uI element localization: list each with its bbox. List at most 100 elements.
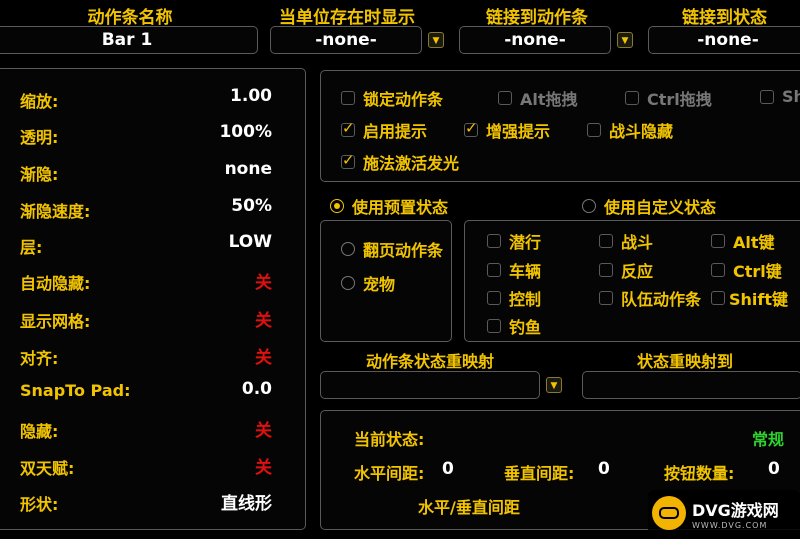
setting-label: 形状: bbox=[20, 495, 59, 514]
setting-value[interactable]: 0.0 bbox=[182, 379, 272, 399]
setting-value[interactable]: 50% bbox=[182, 196, 272, 216]
vehicle-checkbox[interactable] bbox=[487, 263, 501, 277]
setting-label: 对齐: bbox=[20, 349, 59, 368]
group-checkbox[interactable] bbox=[599, 291, 613, 305]
setting-value[interactable]: 1.00 bbox=[182, 86, 272, 106]
chevron-down-icon: ▼ bbox=[432, 36, 440, 46]
fishing-option[interactable]: 钓鱼 bbox=[487, 314, 541, 338]
ctrl-key-option[interactable]: Ctrl键 bbox=[711, 258, 782, 282]
setting-label: 渐隐: bbox=[20, 165, 59, 184]
shift-key-option[interactable]: Shift键 bbox=[711, 286, 788, 310]
alt-key-checkbox[interactable] bbox=[711, 234, 725, 248]
setting-value[interactable]: 关 bbox=[182, 343, 272, 368]
link-to-bar-dropdown-button[interactable]: ▼ bbox=[617, 32, 633, 48]
enable-tooltips-checkbox[interactable] bbox=[341, 119, 355, 137]
ctrl-key-checkbox[interactable] bbox=[711, 263, 725, 277]
enhanced-tooltips-checkbox[interactable] bbox=[464, 119, 478, 137]
possess-option[interactable]: 控制 bbox=[487, 286, 541, 310]
show-when-unit-value: -none- bbox=[315, 30, 377, 50]
setting-value[interactable]: 关 bbox=[182, 268, 272, 293]
vehicle-option[interactable]: 车辆 bbox=[487, 258, 541, 282]
custom-state-option[interactable]: 使用自定义状态 bbox=[582, 194, 716, 218]
hpad-value[interactable]: 0 bbox=[442, 459, 454, 479]
link-to-bar-value: -none- bbox=[504, 30, 566, 50]
lock-bar-option[interactable]: 锁定动作条 bbox=[341, 86, 443, 110]
page-bar-radio[interactable] bbox=[341, 242, 355, 256]
stealth-checkbox[interactable] bbox=[487, 234, 501, 248]
custom-state-radio[interactable] bbox=[582, 199, 596, 213]
fishing-label: 钓鱼 bbox=[509, 318, 542, 337]
vpad-value[interactable]: 0 bbox=[598, 459, 610, 479]
pet-label: 宠物 bbox=[363, 275, 396, 294]
alt-drag-option[interactable]: Alt拖拽 bbox=[498, 86, 578, 110]
spell-glow-label: 施法激活发光 bbox=[363, 154, 460, 173]
combat-hide-label: 战斗隐藏 bbox=[609, 122, 674, 141]
custom-state-label: 使用自定义状态 bbox=[604, 198, 717, 217]
shift-key-checkbox[interactable] bbox=[711, 291, 725, 305]
enable-tooltips-option[interactable]: 启用提示 bbox=[341, 118, 427, 142]
combat-checkbox[interactable] bbox=[599, 234, 613, 248]
setting-value[interactable]: LOW bbox=[182, 232, 272, 252]
group-option[interactable]: 队伍动作条 bbox=[599, 286, 701, 310]
watermark: DVG游戏网 WWW.DVG.COM bbox=[648, 490, 800, 536]
link-to-bar-dropdown[interactable]: -none- bbox=[459, 26, 611, 54]
enhanced-tooltips-option[interactable]: 增强提示 bbox=[464, 118, 550, 142]
combat-label: 战斗 bbox=[621, 233, 654, 252]
setting-value[interactable]: none bbox=[182, 159, 272, 179]
alt-drag-label: Alt拖拽 bbox=[520, 90, 578, 109]
fishing-checkbox[interactable] bbox=[487, 319, 501, 333]
page-bar-label: 翻页动作条 bbox=[363, 241, 444, 260]
preset-state-radio[interactable] bbox=[330, 199, 344, 213]
reaction-label: 反应 bbox=[621, 262, 654, 281]
show-when-unit-dropdown[interactable]: -none- bbox=[270, 26, 422, 54]
combat-option[interactable]: 战斗 bbox=[599, 229, 653, 253]
vehicle-label: 车辆 bbox=[509, 262, 542, 281]
reaction-checkbox[interactable] bbox=[599, 263, 613, 277]
chevron-down-icon: ▼ bbox=[621, 36, 629, 46]
remap-dropdown[interactable] bbox=[320, 371, 540, 399]
current-state-value: 常规 bbox=[752, 430, 785, 449]
setting-value[interactable]: 100% bbox=[182, 122, 272, 142]
setting-label: 双天赋: bbox=[20, 459, 75, 478]
setting-label: 透明: bbox=[20, 128, 59, 147]
button-count-label: 按钮数量: bbox=[664, 464, 735, 483]
group-label: 队伍动作条 bbox=[621, 290, 702, 309]
stealth-option[interactable]: 潜行 bbox=[487, 229, 541, 253]
ctrl-drag-option[interactable]: Ctrl拖拽 bbox=[625, 86, 712, 110]
ctrl-drag-label: Ctrl拖拽 bbox=[647, 90, 712, 109]
page-bar-option[interactable]: 翻页动作条 bbox=[341, 237, 443, 261]
lock-bar-checkbox[interactable] bbox=[341, 91, 355, 105]
setting-value[interactable]: 关 bbox=[182, 416, 272, 441]
alt-key-option[interactable]: Alt键 bbox=[711, 229, 775, 253]
setting-value[interactable]: 关 bbox=[182, 306, 272, 331]
spell-glow-option[interactable]: 施法激活发光 bbox=[341, 150, 459, 174]
pet-option[interactable]: 宠物 bbox=[341, 271, 395, 295]
gamepad-icon bbox=[652, 496, 686, 530]
setting-label: SnapTo Pad: bbox=[20, 381, 131, 400]
setting-label: 显示网格: bbox=[20, 312, 91, 331]
combat-hide-checkbox[interactable] bbox=[587, 123, 601, 137]
bar-name-input[interactable]: Bar 1 bbox=[0, 26, 258, 54]
preset-state-option[interactable]: 使用预置状态 bbox=[330, 194, 448, 218]
ctrl-drag-checkbox[interactable] bbox=[625, 91, 639, 105]
shift-drag-checkbox[interactable] bbox=[760, 89, 774, 104]
pet-radio[interactable] bbox=[341, 276, 355, 290]
combat-hide-option[interactable]: 战斗隐藏 bbox=[587, 118, 673, 142]
show-when-unit-dropdown-button[interactable]: ▼ bbox=[428, 32, 444, 48]
remap-dropdown-button[interactable]: ▼ bbox=[546, 377, 562, 393]
link-to-state-dropdown[interactable]: -none- bbox=[648, 26, 800, 54]
reaction-option[interactable]: 反应 bbox=[599, 258, 653, 282]
setting-value[interactable]: 关 bbox=[182, 453, 272, 478]
button-count-value[interactable]: 0 bbox=[768, 459, 780, 479]
setting-value[interactable]: 直线形 bbox=[182, 489, 272, 514]
possess-checkbox[interactable] bbox=[487, 291, 501, 305]
hpad-label: 水平间距: bbox=[354, 464, 425, 483]
shift-key-label: Shift键 bbox=[729, 290, 789, 309]
vpad-label: 垂直间距: bbox=[504, 464, 575, 483]
shift-drag-option[interactable]: Sh bbox=[760, 86, 800, 106]
alt-drag-checkbox[interactable] bbox=[498, 91, 512, 105]
possess-label: 控制 bbox=[509, 290, 542, 309]
setting-label: 自动隐藏: bbox=[20, 274, 91, 293]
spell-glow-checkbox[interactable] bbox=[341, 151, 355, 169]
remap-to-dropdown[interactable] bbox=[582, 371, 800, 399]
